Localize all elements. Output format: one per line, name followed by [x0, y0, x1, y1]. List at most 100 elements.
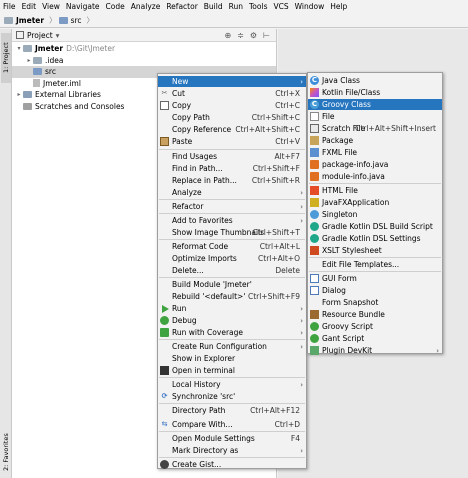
- tab-project[interactable]: 1: Project: [1, 33, 11, 83]
- submenu-arrow-icon: ›: [300, 202, 303, 211]
- menu-item-run-with-coverage[interactable]: Run with Coverage ›: [158, 327, 306, 338]
- menu-build[interactable]: Build: [201, 0, 226, 13]
- menu-item-add-to-favorites[interactable]: Add to Favorites ›: [158, 215, 306, 226]
- menu-item-label: Optimize Imports: [172, 254, 237, 263]
- new-item-javafxapplication[interactable]: JavaFXApplication: [308, 197, 442, 208]
- menu-item-label: Refactor: [172, 202, 204, 211]
- menu-item-show-in-explorer[interactable]: Show in Explorer: [158, 353, 306, 364]
- menu-item-label: package-info.java: [322, 160, 389, 169]
- menu-item-copy-path[interactable]: Copy Path Ctrl+Shift+C: [158, 112, 306, 123]
- hide-icon[interactable]: ⊢: [263, 31, 270, 40]
- new-item-package[interactable]: Package: [308, 135, 442, 146]
- menu-item-show-image-thumbnails[interactable]: Show Image Thumbnails Ctrl+Shift+T: [158, 227, 306, 238]
- chevron-right-icon[interactable]: ▸: [15, 91, 23, 98]
- menu-window[interactable]: Window: [292, 0, 328, 13]
- menu-item-directory-path[interactable]: Directory Path Ctrl+Alt+F12: [158, 405, 306, 416]
- gear-icon[interactable]: ⚙: [250, 31, 257, 40]
- menu-run[interactable]: Run: [226, 0, 246, 13]
- menu-item-label: Rebuild '<default>': [172, 292, 246, 301]
- new-item-file[interactable]: File: [308, 111, 442, 122]
- new-item-resource-bundle[interactable]: Resource Bundle: [308, 309, 442, 320]
- new-item-html-file[interactable]: HTML File: [308, 185, 442, 196]
- new-item-module-info-java[interactable]: module-info.java: [308, 171, 442, 182]
- menu-item-open-module-settings[interactable]: Open Module Settings F4: [158, 433, 306, 444]
- tree-item-label: src: [45, 67, 56, 77]
- menu-item-copy[interactable]: Copy Ctrl+C: [158, 100, 306, 111]
- new-item-form-snapshot[interactable]: Form Snapshot: [308, 297, 442, 308]
- chevron-down-icon[interactable]: ▾: [15, 45, 23, 52]
- menu-item-optimize-imports[interactable]: Optimize Imports Ctrl+Alt+O: [158, 253, 306, 264]
- new-item-groovy-script[interactable]: Groovy Script: [308, 321, 442, 332]
- menu-item-debug[interactable]: Debug ›: [158, 315, 306, 326]
- menu-item-refactor[interactable]: Refactor ›: [158, 201, 306, 212]
- chevron-right-icon[interactable]: ▸: [25, 57, 33, 64]
- new-item-gradle-kotlin-dsl-settings[interactable]: Gradle Kotlin DSL Settings: [308, 233, 442, 244]
- menu-analyze[interactable]: Analyze: [128, 0, 164, 13]
- tree-item-idea[interactable]: ▸ .idea: [12, 55, 276, 67]
- new-item-groovy-class[interactable]: C Groovy Class: [308, 99, 442, 110]
- new-item-edit-file-templates[interactable]: Edit File Templates...: [308, 259, 442, 270]
- menu-item-replace-in-path[interactable]: Replace in Path... Ctrl+Shift+R: [158, 175, 306, 186]
- menu-view[interactable]: View: [39, 0, 63, 13]
- menu-item-cut[interactable]: ✂ Cut Ctrl+X: [158, 88, 306, 99]
- breadcrumb-project[interactable]: Jmeter: [4, 16, 44, 25]
- menu-item-label: Singleton: [322, 210, 358, 219]
- menu-refactor[interactable]: Refactor: [163, 0, 200, 13]
- new-item-scratch-file[interactable]: Scratch File Ctrl+Alt+Shift+Insert: [308, 123, 442, 134]
- menu-item-open-in-terminal[interactable]: Open in terminal: [158, 365, 306, 376]
- menu-item-build-module-jmeter[interactable]: Build Module 'Jmeter': [158, 279, 306, 290]
- new-item-fxml-file[interactable]: FXML File: [308, 147, 442, 158]
- tree-item-jmeter[interactable]: ▾ Jmeter D:\Git\Jmeter: [12, 43, 276, 55]
- new-item-package-info-java[interactable]: package-info.java: [308, 159, 442, 170]
- library-icon: [23, 91, 32, 99]
- project-panel-title[interactable]: Project: [27, 31, 53, 40]
- menu-item-delete[interactable]: Delete... Delete: [158, 265, 306, 276]
- xslt-icon: [310, 246, 319, 255]
- menu-item-analyze[interactable]: Analyze ›: [158, 187, 306, 198]
- menu-item-shortcut: Ctrl+Alt+L: [259, 242, 300, 251]
- menu-item-paste[interactable]: Paste Ctrl+V: [158, 136, 306, 147]
- menu-file[interactable]: File: [0, 0, 19, 13]
- menu-item-compare-with[interactable]: ⇆ Compare With... Ctrl+D: [158, 419, 306, 430]
- menu-item-label: Local History: [172, 380, 221, 389]
- new-item-gradle-kotlin-dsl-build-script[interactable]: Gradle Kotlin DSL Build Script: [308, 221, 442, 232]
- menu-item-find-usages[interactable]: Find Usages Alt+F7: [158, 151, 306, 162]
- menu-tools[interactable]: Tools: [246, 0, 270, 13]
- source-folder-icon: [58, 16, 68, 24]
- menu-code[interactable]: Code: [103, 0, 128, 13]
- menu-navigate[interactable]: Navigate: [63, 0, 103, 13]
- menu-item-run[interactable]: Run ›: [158, 303, 306, 314]
- locate-icon[interactable]: ⊕: [224, 31, 231, 40]
- new-item-plugin-devkit[interactable]: Plugin DevKit ›: [308, 345, 442, 356]
- menu-edit[interactable]: Edit: [19, 0, 40, 13]
- chevron-down-icon[interactable]: ▾: [56, 31, 60, 40]
- menu-item-copy-reference[interactable]: Copy Reference Ctrl+Alt+Shift+C: [158, 124, 306, 135]
- new-item-xslt-stylesheet[interactable]: XSLT Stylesheet: [308, 245, 442, 256]
- new-item-singleton[interactable]: Singleton: [308, 209, 442, 220]
- menu-item-create-run-configuration[interactable]: Create Run Configuration ›: [158, 341, 306, 352]
- new-item-gui-form[interactable]: GUI Form: [308, 273, 442, 284]
- menu-vcs[interactable]: VCS: [270, 0, 291, 13]
- menu-item-rebuild-default[interactable]: Rebuild '<default>' Ctrl+Shift+F9: [158, 291, 306, 302]
- menu-item-create-gist[interactable]: Create Gist...: [158, 459, 306, 470]
- menu-item-synchronize-src[interactable]: ⟳ Synchronize 'src': [158, 391, 306, 402]
- breadcrumb-folder[interactable]: src: [58, 16, 82, 25]
- new-item-gant-script[interactable]: Gant Script: [308, 333, 442, 344]
- new-item-dialog[interactable]: Dialog: [308, 285, 442, 296]
- menu-item-label: Package: [322, 136, 354, 145]
- menu-item-reformat-code[interactable]: Reformat Code Ctrl+Alt+L: [158, 241, 306, 252]
- menu-item-local-history[interactable]: Local History ›: [158, 379, 306, 390]
- menu-item-new[interactable]: New ›: [158, 76, 306, 87]
- menu-item-label: Mark Directory as: [172, 446, 239, 455]
- terminal-icon: [160, 366, 169, 375]
- gui-form-icon: [310, 274, 319, 283]
- new-item-kotlin-file-class[interactable]: Kotlin File/Class: [308, 87, 442, 98]
- tab-favorites[interactable]: 2: Favorites: [1, 429, 11, 475]
- menu-item-find-in-path[interactable]: Find in Path... Ctrl+Shift+F: [158, 163, 306, 174]
- file-icon: [310, 112, 319, 121]
- menu-item-mark-directory-as[interactable]: Mark Directory as ›: [158, 445, 306, 456]
- gradle-icon: [310, 234, 319, 243]
- new-item-java-class[interactable]: C Java Class: [308, 75, 442, 86]
- collapse-all-icon[interactable]: ≑: [237, 31, 244, 40]
- menu-help[interactable]: Help: [327, 0, 350, 13]
